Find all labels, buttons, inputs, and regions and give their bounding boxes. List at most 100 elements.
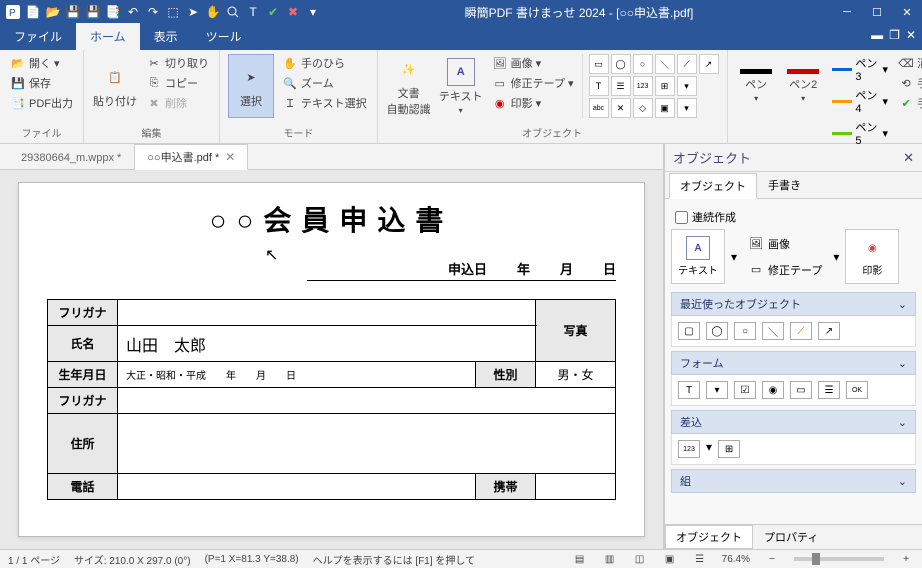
- pdf-export-button[interactable]: 📑PDF出力: [8, 94, 75, 112]
- shape-oval-button[interactable]: ◯: [611, 54, 631, 74]
- mdi-restore-icon[interactable]: ❐: [889, 28, 900, 42]
- panel-btab-property[interactable]: プロパティ: [753, 525, 829, 549]
- dropdown-icon[interactable]: ▾: [833, 250, 839, 264]
- menu-home[interactable]: ホーム: [76, 23, 140, 50]
- link-more-button[interactable]: ▾: [677, 98, 697, 118]
- furigana-cell[interactable]: [118, 300, 536, 326]
- dropdown-icon[interactable]: ▾: [731, 250, 737, 264]
- recent-arrow-icon[interactable]: ↗: [818, 322, 840, 340]
- shape-rect-button[interactable]: ▭: [589, 54, 609, 74]
- save-button[interactable]: 💾保存: [8, 74, 75, 92]
- group-section-header[interactable]: 組⌄: [671, 469, 916, 493]
- status-view4-icon[interactable]: ▣: [662, 552, 678, 566]
- recent-line-icon[interactable]: ＼: [762, 322, 784, 340]
- paste-button[interactable]: 📋貼り付け: [92, 54, 138, 118]
- status-view5-icon[interactable]: ☰: [692, 552, 708, 566]
- recent-oval-icon[interactable]: ◯: [706, 322, 728, 340]
- delete-button[interactable]: ✖削除: [144, 94, 211, 112]
- form-radio-icon[interactable]: ◉: [762, 381, 784, 399]
- status-view3-icon[interactable]: ◫: [632, 552, 648, 566]
- image-button[interactable]: 🖼画像▾: [490, 54, 576, 72]
- pen4-button[interactable]: ペン4▾: [830, 86, 890, 116]
- qat-save2-icon[interactable]: 💾: [84, 3, 102, 21]
- select-mode-button[interactable]: ➤選択: [228, 54, 274, 118]
- copy-button[interactable]: ⎘コピー: [144, 74, 211, 92]
- shape-bracket-button[interactable]: ⟋: [677, 54, 697, 74]
- stamp-button[interactable]: ◉印影▾: [490, 94, 576, 112]
- menu-view[interactable]: 表示: [140, 23, 192, 50]
- doc-tab-1[interactable]: 29380664_m.wppx *: [8, 147, 134, 169]
- qat-select-icon[interactable]: ⬚: [164, 3, 182, 21]
- panel-tab-hand[interactable]: 手書き: [757, 172, 812, 198]
- sex-cell[interactable]: 男・女: [536, 362, 616, 388]
- recent-circle-icon[interactable]: ○: [734, 322, 756, 340]
- status-view2-icon[interactable]: ▥: [602, 552, 618, 566]
- qat-zoom-icon[interactable]: [224, 3, 242, 21]
- menu-tool[interactable]: ツール: [192, 23, 256, 50]
- birth-cell[interactable]: 大正・昭和・平成 年 月 日: [118, 362, 476, 388]
- insert-table-icon[interactable]: ⊞: [718, 440, 740, 458]
- qat-hand-icon[interactable]: ✋: [204, 3, 222, 21]
- correction-tape-button[interactable]: ▭修正テープ▾: [490, 74, 576, 92]
- form-checkbox-icon[interactable]: ☑: [734, 381, 756, 399]
- panel-tape-button[interactable]: ▭修正テープ: [743, 259, 827, 281]
- panel-btab-object[interactable]: オブジェクト: [665, 525, 753, 549]
- panel-close-icon[interactable]: ✕: [903, 150, 914, 166]
- qat-undo-icon[interactable]: ↶: [124, 3, 142, 21]
- recent-bracket-icon[interactable]: ⟋: [790, 322, 812, 340]
- qat-dropdown-icon[interactable]: ▾: [304, 3, 322, 21]
- qat-app-icon[interactable]: P: [4, 3, 22, 21]
- qat-save-icon[interactable]: 💾: [64, 3, 82, 21]
- link-abc-button[interactable]: abc: [589, 98, 609, 118]
- continuous-checkbox[interactable]: 連続作成: [671, 205, 916, 229]
- form-text-icon[interactable]: T: [678, 381, 700, 399]
- panel-text-button[interactable]: Aテキスト: [671, 229, 725, 284]
- status-view1-icon[interactable]: ▤: [572, 552, 588, 566]
- form-ok-icon[interactable]: OK: [846, 381, 868, 399]
- mobile-cell[interactable]: [536, 474, 616, 500]
- form-number-button[interactable]: 123: [633, 76, 653, 96]
- auto-recognize-button[interactable]: ✨文書 自動認識: [386, 54, 432, 118]
- zoom-out-button[interactable]: −: [764, 552, 780, 566]
- insert-section-header[interactable]: 差込⌄: [671, 410, 916, 434]
- hand-select-button[interactable]: ⟲手書き 選択: [896, 74, 922, 92]
- qat-x-icon[interactable]: ✖: [284, 3, 302, 21]
- window-maximize-button[interactable]: ☐: [862, 0, 892, 24]
- recent-section-header[interactable]: 最近使ったオブジェクト⌄: [671, 292, 916, 316]
- panel-tab-object[interactable]: オブジェクト: [669, 173, 757, 199]
- link-x-button[interactable]: ✕: [611, 98, 631, 118]
- hand-mode-button[interactable]: ✋手のひら: [280, 54, 369, 72]
- addr-cell[interactable]: [118, 414, 616, 474]
- form-dropdown-icon[interactable]: ▾: [706, 381, 728, 399]
- qat-new-icon[interactable]: 📄: [24, 3, 42, 21]
- form-button-icon[interactable]: ▭: [790, 381, 812, 399]
- form-grid-button[interactable]: ⊞: [655, 76, 675, 96]
- document-canvas[interactable]: ↖ ○○会員申込書 申込日 年 月 日 フリガナ 写真 氏名 山田 太郎: [18, 182, 645, 537]
- qat-text-icon[interactable]: T: [244, 3, 262, 21]
- shape-circle-button[interactable]: ○: [633, 54, 653, 74]
- form-more-button[interactable]: ▾: [677, 76, 697, 96]
- panel-stamp-button[interactable]: ◉印影: [845, 229, 899, 284]
- doc-tab-2[interactable]: ○○申込書.pdf *✕: [134, 144, 248, 170]
- window-minimize-button[interactable]: ─: [832, 0, 862, 24]
- eraser-button[interactable]: ⌫消しゴム▾: [896, 54, 922, 72]
- cut-button[interactable]: ✂切り取り: [144, 54, 211, 72]
- menu-file[interactable]: ファイル: [0, 23, 76, 50]
- form-text-button[interactable]: T: [589, 76, 609, 96]
- dropdown-icon[interactable]: ▾: [706, 440, 712, 458]
- pen3-button[interactable]: ペン3▾: [830, 54, 890, 84]
- window-close-button[interactable]: ✕: [892, 0, 922, 24]
- pen1-button[interactable]: ペン▾: [736, 54, 777, 118]
- text-button[interactable]: Aテキスト▾: [438, 54, 484, 118]
- text-select-mode-button[interactable]: Ɪテキスト選択: [280, 94, 369, 112]
- name-cell[interactable]: 山田 太郎: [118, 326, 536, 362]
- form-multi-button[interactable]: ☰: [611, 76, 631, 96]
- zoom-in-button[interactable]: +: [898, 552, 914, 566]
- qat-check-icon[interactable]: ✔: [264, 3, 282, 21]
- qat-open-icon[interactable]: 📂: [44, 3, 62, 21]
- mdi-minimize-icon[interactable]: ▬: [871, 28, 883, 42]
- panel-image-button[interactable]: 🖼画像: [743, 233, 827, 255]
- mdi-close-icon[interactable]: ✕: [906, 28, 916, 42]
- insert-num-icon[interactable]: 123: [678, 440, 700, 458]
- recent-rounded-rect-icon[interactable]: ▢: [678, 322, 700, 340]
